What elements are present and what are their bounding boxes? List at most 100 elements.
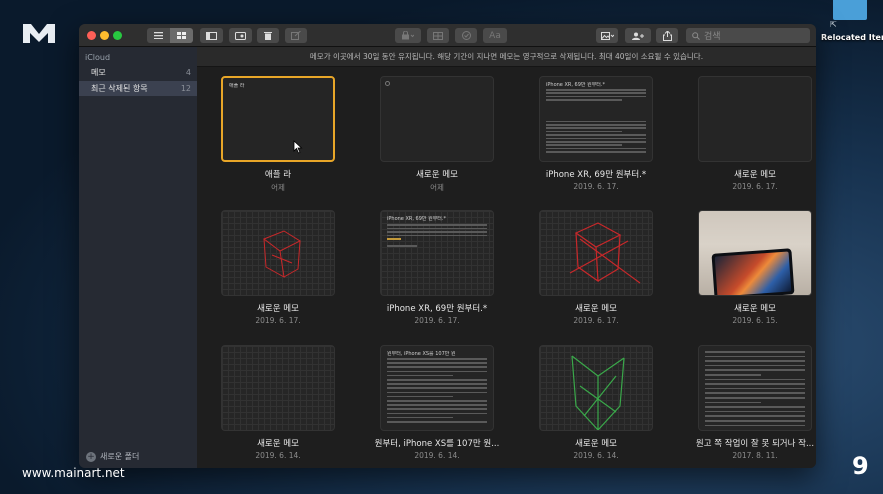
note-card[interactable]: 원부터, iPhone XS를 107만 원 원부터, iPhone XS를 10… xyxy=(356,345,518,460)
note-thumbnail[interactable] xyxy=(221,210,335,296)
lock-button[interactable] xyxy=(395,28,421,43)
note-thumbnail[interactable] xyxy=(380,76,494,162)
gallery-view-button[interactable] xyxy=(170,28,193,43)
note-title: 새로운 메모 xyxy=(416,170,458,180)
note-thumbnail[interactable] xyxy=(698,210,812,296)
sketch-drawing xyxy=(571,355,625,430)
note-date: 2019. 6. 17. xyxy=(732,182,778,191)
link-line xyxy=(387,238,401,240)
search-field[interactable]: 검색 xyxy=(686,28,810,43)
note-thumbnail[interactable]: 애플 라 xyxy=(221,76,335,162)
minimize-button[interactable] xyxy=(100,31,109,40)
note-card[interactable]: iPhone XR, 69만 원부터.* iPhone XR, 69만 원부터.*… xyxy=(356,210,518,325)
text-line xyxy=(705,401,761,404)
text-line xyxy=(387,358,487,360)
note-thumbnail[interactable] xyxy=(539,345,653,431)
sidebar: iCloud 메모 4 최근 삭제된 항목 12 + 새로운 폴더 xyxy=(79,47,197,468)
text-line xyxy=(387,234,487,236)
text-line xyxy=(705,424,805,427)
note-card[interactable]: 새로운 메모 2019. 6. 15. xyxy=(674,210,816,325)
text-line xyxy=(387,366,487,368)
list-view-button[interactable] xyxy=(147,28,170,43)
desktop-folder-label[interactable]: Relocated Items xyxy=(821,33,883,42)
note-thumbnail[interactable] xyxy=(221,345,335,431)
deleted-notes-banner: 메모가 이곳에서 30일 동안 유지됩니다. 해당 기간이 지나면 메모는 영구… xyxy=(197,47,816,67)
text-line xyxy=(387,404,487,406)
sidebar-item-notes[interactable]: 메모 4 xyxy=(79,65,197,80)
text-line xyxy=(705,369,805,371)
note-thumbnail[interactable] xyxy=(539,210,653,296)
note-date: 2017. 8. 11. xyxy=(732,451,778,460)
text-line xyxy=(705,378,805,381)
media-button[interactable] xyxy=(596,28,618,43)
zoom-button[interactable] xyxy=(113,31,122,40)
text-line xyxy=(546,92,646,94)
note-card[interactable]: 새로운 메모 어제 xyxy=(356,76,518,193)
text-line xyxy=(546,130,622,133)
notes-gallery: 메모가 이곳에서 30일 동안 유지됩니다. 해당 기간이 지나면 메모는 영구… xyxy=(197,47,816,468)
share-button[interactable] xyxy=(656,28,678,43)
note-card[interactable]: 새로운 메모 2019. 6. 17. xyxy=(674,76,816,191)
note-card[interactable]: iPhone XR, 69만 원부터.* iPhone XR, 69만 원부터.*… xyxy=(515,76,677,191)
photo-icon xyxy=(600,31,614,40)
checklist-button[interactable] xyxy=(455,28,477,43)
note-card[interactable]: 새로운 메모 2019. 6. 14. xyxy=(515,345,677,460)
note-date: 2019. 6. 17. xyxy=(573,182,619,191)
toolbar: Aa 검색 xyxy=(79,24,816,47)
note-thumbnail[interactable] xyxy=(698,76,812,162)
note-card[interactable]: 새로운 메모 2019. 6. 17. xyxy=(197,210,359,325)
text-line xyxy=(705,355,805,358)
table-button[interactable] xyxy=(427,28,449,43)
note-thumbnail[interactable]: iPhone XR, 69만 원부터.* xyxy=(380,210,494,296)
text-line xyxy=(387,362,487,364)
text-line xyxy=(387,231,487,233)
note-title: iPhone XR, 69만 원부터.* xyxy=(386,304,488,314)
note-card[interactable]: 새로운 메모 2019. 6. 17. xyxy=(515,210,677,325)
delete-button[interactable] xyxy=(257,28,279,43)
note-thumbnail[interactable] xyxy=(698,345,812,431)
note-title: 새로운 메모 xyxy=(257,439,299,449)
sidebar-toggle-button[interactable] xyxy=(200,28,223,43)
attachments-button[interactable] xyxy=(229,28,252,43)
list-icon xyxy=(154,32,163,39)
note-date: 어제 xyxy=(271,183,285,192)
sidebar-item-recently-deleted[interactable]: 최근 삭제된 항목 12 xyxy=(79,81,197,96)
note-title: 원고 쪽 작업이 잘 못 되거나 작... xyxy=(695,439,815,449)
note-thumbnail[interactable]: iPhone XR, 69만 원부터.* xyxy=(539,76,653,162)
search-icon xyxy=(692,31,700,40)
text-line xyxy=(387,370,487,373)
compose-button[interactable] xyxy=(285,28,307,43)
notes-grid: 애플 라 애플 라 어제 새로운 메모 어제 iPhone XR, 69만 원부터.* iP… xyxy=(197,67,816,468)
text-line xyxy=(546,127,646,129)
text-line xyxy=(387,416,453,419)
new-folder-label: 새로운 폴더 xyxy=(100,452,140,461)
checklist-circle-icon xyxy=(385,81,390,86)
format-label: Aa xyxy=(489,30,501,41)
thumbnail-text: iPhone XR, 69만 원부터.* xyxy=(387,216,446,222)
text-line xyxy=(705,374,761,376)
text-line xyxy=(546,120,646,123)
desktop-folder-icon[interactable] xyxy=(833,0,867,20)
format-button[interactable]: Aa xyxy=(483,28,507,43)
text-line xyxy=(546,134,646,136)
note-date: 2019. 6. 15. xyxy=(732,316,778,325)
text-line xyxy=(387,383,487,385)
text-line xyxy=(387,391,487,394)
sketch-drawing xyxy=(262,230,302,278)
note-date: 2019. 6. 14. xyxy=(414,451,460,460)
note-card[interactable]: 애플 라 애플 라 어제 xyxy=(197,76,359,193)
account-header: iCloud xyxy=(85,53,111,62)
new-folder-button[interactable]: + 새로운 폴더 xyxy=(86,451,139,462)
note-date: 2019. 6. 17. xyxy=(573,316,619,325)
mainart-logo xyxy=(23,24,55,43)
note-title: 새로운 메모 xyxy=(734,304,776,314)
page-number: 9 xyxy=(852,452,869,480)
thumbnail-text: iPhone XR, 69만 원부터.* xyxy=(546,82,605,88)
close-button[interactable] xyxy=(87,31,96,40)
text-line xyxy=(705,420,805,422)
note-card[interactable]: 원고 쪽 작업이 잘 못 되거나 작... 2017. 8. 11. xyxy=(674,345,816,460)
collaborate-button[interactable] xyxy=(625,28,651,43)
text-line xyxy=(546,95,646,98)
note-thumbnail[interactable]: 원부터, iPhone XS를 107만 원 xyxy=(380,345,494,431)
note-card[interactable]: 새로운 메모 2019. 6. 14. xyxy=(197,345,359,460)
